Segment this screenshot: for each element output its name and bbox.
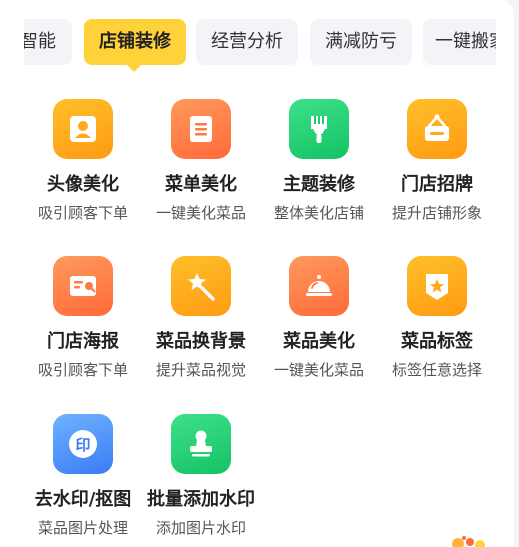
- menu-list-icon: [171, 99, 231, 159]
- feature-title: 菜品标签: [401, 331, 473, 352]
- feature-subtitle: 添加图片水印: [155, 519, 246, 537]
- feature-subtitle: 标签任意选择: [391, 361, 482, 379]
- tab-smart[interactable]: 智能: [24, 19, 72, 65]
- tab-store-decoration[interactable]: 店铺装修: [84, 19, 186, 65]
- festive-decoration-icon: [446, 530, 496, 547]
- active-tab-pointer: [127, 65, 141, 72]
- dish-cloche-icon: [289, 256, 349, 316]
- poster-icon: [53, 256, 113, 316]
- star-badge-icon: [407, 256, 467, 316]
- feature-store-signboard[interactable]: 门店招牌 提升店铺形象: [378, 99, 496, 239]
- feature-dish-tag[interactable]: 菜品标签 标签任意选择: [378, 256, 496, 396]
- feature-title: 批量添加水印: [147, 489, 255, 510]
- signboard-icon: [407, 99, 467, 159]
- feature-batch-watermark[interactable]: 批量添加水印 添加图片水印: [142, 414, 260, 547]
- feature-avatar-beautify[interactable]: 头像美化 吸引顾客下单: [24, 99, 142, 239]
- avatar-frame-icon: [53, 99, 113, 159]
- feature-store-poster[interactable]: 门店海报 吸引顾客下单: [24, 256, 142, 396]
- tab-discount-protection[interactable]: 满减防亏: [310, 19, 412, 65]
- feature-remove-watermark[interactable]: 印 去水印/抠图 菜品图片处理: [24, 414, 142, 547]
- decoration-panel: 智能 店铺装修 经营分析 满减防亏 一键搬家 头像美化 吸引顾客下单 菜单美化: [0, 0, 514, 547]
- stamp-icon: [171, 414, 231, 474]
- category-tabs: 智能 店铺装修 经营分析 满减防亏 一键搬家: [24, 19, 496, 65]
- tab-business-analysis[interactable]: 经营分析: [196, 19, 298, 65]
- feature-menu-beautify[interactable]: 菜单美化 一键美化菜品: [142, 99, 260, 239]
- feature-theme-decoration[interactable]: 主题装修 整体美化店铺: [260, 99, 378, 239]
- watermark-remove-icon: 印: [53, 414, 113, 474]
- tab-one-click-move[interactable]: 一键搬家: [423, 19, 496, 65]
- feature-subtitle: 提升店铺形象: [391, 204, 482, 222]
- paint-brush-icon: [289, 99, 349, 159]
- feature-dish-beautify[interactable]: 菜品美化 一键美化菜品: [260, 256, 378, 396]
- magic-wand-icon: [171, 256, 231, 316]
- watermark-glyph: 印: [75, 436, 90, 454]
- feature-title: 门店招牌: [401, 174, 473, 195]
- feature-dish-background[interactable]: 菜品换背景 提升菜品视觉: [142, 256, 260, 396]
